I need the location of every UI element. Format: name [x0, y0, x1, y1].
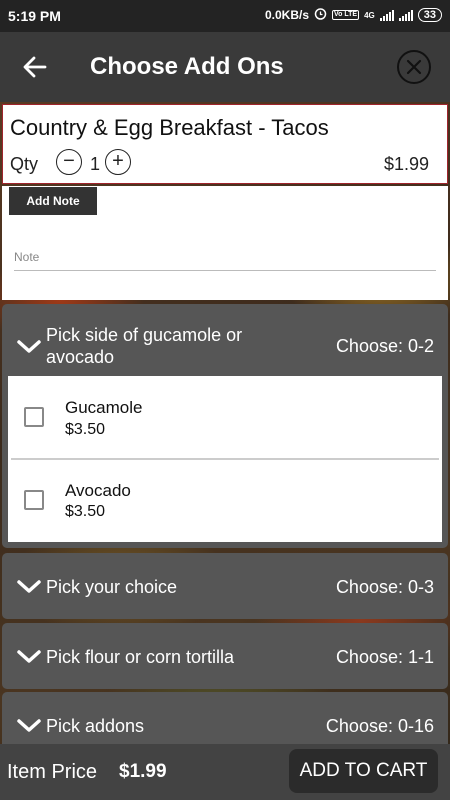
- status-time: 5:19 PM: [8, 8, 61, 24]
- note-card: Add Note: [2, 186, 448, 300]
- option-name: Gucamole: [65, 398, 143, 417]
- option-price: $3.50: [65, 421, 106, 438]
- close-circle-icon: [406, 59, 422, 75]
- chevron-down-icon: [17, 650, 41, 663]
- app-header: Choose Add Ons: [0, 32, 450, 102]
- alarm-icon: [314, 7, 327, 23]
- section-choose-range: Choose: 0-3: [335, 577, 434, 597]
- back-button[interactable]: [20, 52, 50, 82]
- option-gucamole[interactable]: Gucamole $3.50: [8, 376, 442, 458]
- section-title: Pick flour or corn tortilla: [46, 647, 235, 667]
- network-type: 4G: [364, 10, 375, 20]
- item-card: Country & Egg Breakfast - Tacos Qty − 1 …: [2, 104, 448, 184]
- chevron-down-icon: [17, 340, 41, 353]
- item-price-total: $1.99: [119, 761, 167, 782]
- close-button[interactable]: [397, 50, 431, 84]
- qty-decrease-button[interactable]: −: [56, 149, 82, 175]
- option-checkbox[interactable]: [24, 490, 44, 510]
- item-name: Country & Egg Breakfast - Tacos: [10, 115, 329, 140]
- arrow-left-icon: [23, 56, 47, 78]
- option-price: $3.50: [65, 503, 106, 520]
- status-bar: 5:19 PM 0.0KB/s Vo LTE 4G 33: [0, 0, 450, 32]
- qty-increase-button[interactable]: +: [105, 149, 131, 175]
- signal-icon: [379, 9, 394, 21]
- network-speed: 0.0KB/s: [264, 8, 309, 22]
- volte-icon: Vo LTE: [332, 10, 360, 20]
- qty-label: Qty: [10, 154, 39, 174]
- signal-icon-2: [398, 9, 413, 21]
- add-to-cart-button[interactable]: ADD TO CART: [289, 749, 438, 793]
- section-choose-range: Choose: 1-1: [335, 647, 434, 667]
- note-input[interactable]: [14, 244, 436, 271]
- qty-value: 1: [90, 154, 101, 174]
- chevron-down-icon: [17, 580, 41, 593]
- add-note-button[interactable]: Add Note: [9, 187, 97, 215]
- option-avocado[interactable]: Avocado $3.50: [8, 460, 442, 542]
- option-checkbox[interactable]: [24, 407, 44, 427]
- option-name: Avocado: [65, 481, 131, 500]
- section-title: Pick side of gucamole or avocado: [46, 325, 243, 367]
- section-choose-range: Choose: 0-2: [335, 336, 434, 356]
- section-title: Pick addons: [46, 716, 145, 736]
- section-title: Pick your choice: [46, 577, 178, 597]
- bottom-bar: Item Price $1.99 ADD TO CART: [0, 744, 450, 800]
- addon-options-list: Gucamole $3.50 Avocado $3.50: [8, 376, 442, 542]
- item-price-label: Item Price: [7, 761, 98, 783]
- section-choose-range: Choose: 0-16: [325, 716, 434, 736]
- page-title: Choose Add Ons: [90, 53, 284, 80]
- chevron-down-icon: [17, 719, 41, 732]
- item-price: $1.99: [383, 154, 429, 174]
- addon-section-tortilla[interactable]: Pick flour or corn tortilla Choose: 1-1: [2, 623, 448, 689]
- status-icons: 0.0KB/s Vo LTE 4G 33: [265, 7, 442, 23]
- addon-section-choice[interactable]: Pick your choice Choose: 0-3: [2, 553, 448, 619]
- battery-icon: 33: [417, 8, 442, 22]
